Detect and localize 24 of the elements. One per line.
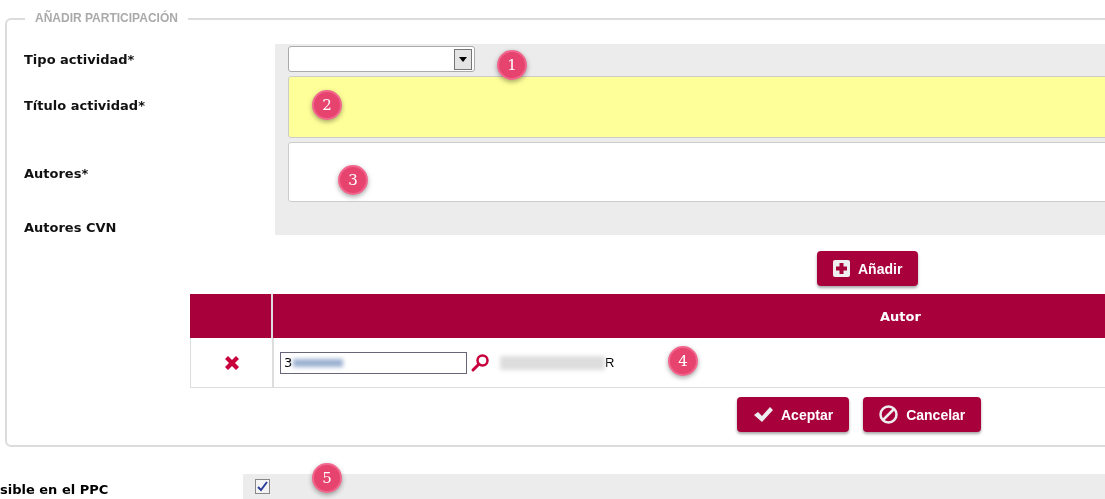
text-area-field[interactable] xyxy=(288,76,1105,138)
accept-button[interactable]: Aceptar xyxy=(737,397,850,432)
checkmark-icon xyxy=(753,406,773,423)
field-label: Tipo actividad* xyxy=(24,51,135,67)
cancel-icon xyxy=(879,405,899,424)
field-label: sible en el PPC xyxy=(0,482,110,499)
plus-icon xyxy=(833,260,850,277)
cancel-button[interactable]: Cancelar xyxy=(863,397,982,432)
field-label: Autores CVN xyxy=(24,220,117,235)
search-icon[interactable] xyxy=(470,352,490,373)
number-badge: 5 xyxy=(312,463,342,493)
column-header: Autor xyxy=(880,308,921,324)
redacted-text xyxy=(293,358,344,367)
field-label: Título actividad* xyxy=(24,97,145,113)
field-label: Autores* xyxy=(24,165,89,181)
checkbox[interactable] xyxy=(255,479,270,494)
section-legend: AÑADIR PARTICIPACIÓN xyxy=(25,11,188,25)
author-code-field[interactable]: 3 xyxy=(280,351,467,374)
text-area-field[interactable] xyxy=(288,142,1105,202)
author-name: R xyxy=(605,355,615,370)
dropdown-caret-icon xyxy=(454,48,472,70)
select-field[interactable] xyxy=(288,46,475,72)
add-button[interactable]: Añadir xyxy=(817,251,919,286)
number-badge: 4 xyxy=(668,346,698,376)
